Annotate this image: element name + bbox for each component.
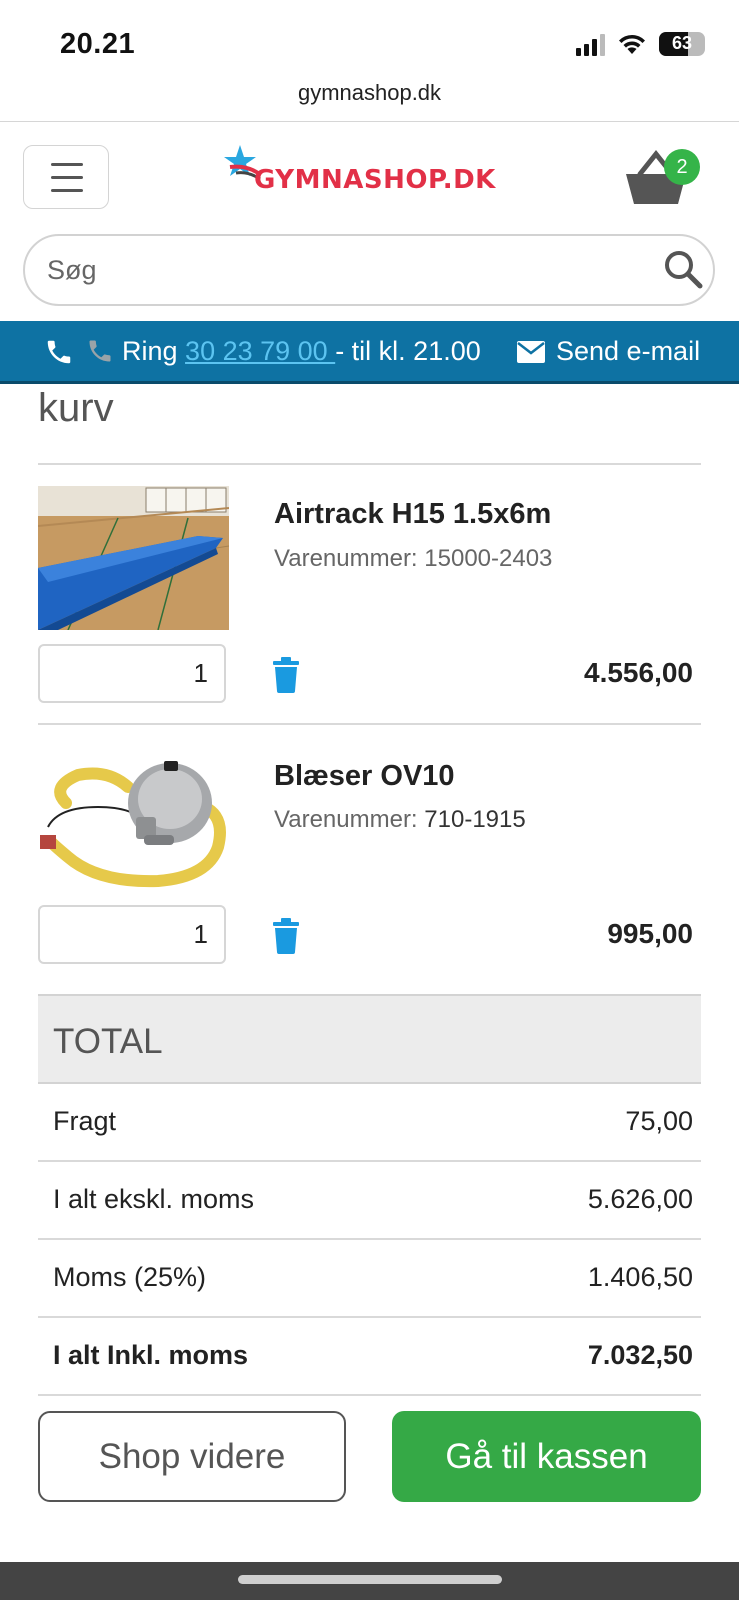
phone-icon[interactable] [44, 337, 74, 367]
trash-icon[interactable] [271, 657, 301, 693]
item-sku: Varenummer: 15000-2403 [274, 545, 552, 573]
bottom-toolbar [0, 1562, 739, 1600]
cellular-signal-icon [576, 32, 605, 56]
row-value: 7.032,50 [587, 1340, 693, 1370]
row-value: 5.626,00 [587, 1184, 693, 1214]
sku-value: 710-1915 [424, 806, 526, 833]
cart-count-badge: 2 [664, 149, 700, 185]
airtrack-mat-image[interactable] [38, 486, 229, 630]
phone-contact: Ring 30 23 79 00 - til kl. 21.00 [122, 336, 481, 367]
phone-icon-secondary [89, 340, 111, 362]
row-value: 1.406,50 [587, 1262, 693, 1292]
menu-button[interactable] [23, 145, 109, 209]
wifi-icon [619, 34, 645, 54]
contact-bar: Ring 30 23 79 00 - til kl. 21.00 Send e-… [0, 321, 739, 384]
row-value: 75,00 [625, 1106, 693, 1136]
divider [38, 463, 701, 465]
search-input[interactable] [47, 248, 647, 292]
continue-shopping-button[interactable]: Shop videre [38, 1411, 346, 1502]
total-title: TOTAL [53, 1022, 163, 1061]
site-logo[interactable]: GYMNASHOP.DK [218, 143, 496, 203]
search-bar [23, 234, 715, 306]
hamburger-icon-line [51, 176, 83, 179]
mail-icon[interactable] [516, 340, 546, 364]
checkout-button[interactable]: Gå til kassen [392, 1411, 701, 1502]
subtotal-excl-vat-row: I alt ekskl. moms 5.626,00 [38, 1162, 701, 1240]
page-title: kurv [38, 386, 114, 430]
battery-percent: 63 [671, 33, 693, 53]
cart-button[interactable]: 2 [624, 148, 704, 210]
logo-text: GYMNASHOP.DK [254, 165, 496, 195]
ring-label: Ring [122, 336, 178, 366]
status-icons: 63 [576, 32, 705, 56]
browser-url[interactable]: gymnashop.dk [0, 80, 739, 106]
item-price: 4.556,00 [584, 657, 693, 688]
sku-label: Varenummer: [274, 545, 418, 572]
opening-hours: - til kl. 21.00 [335, 336, 481, 366]
home-indicator[interactable] [238, 1575, 502, 1584]
hamburger-icon-line [51, 189, 83, 192]
row-label: Fragt [53, 1106, 117, 1136]
quantity-input[interactable]: 1 [38, 644, 226, 703]
item-name[interactable]: Blæser OV10 [274, 760, 455, 793]
hamburger-icon [51, 163, 83, 166]
divider [38, 723, 701, 725]
search-icon[interactable] [661, 248, 705, 292]
vat-row: Moms (25%) 1.406,50 [38, 1240, 701, 1318]
trash-icon[interactable] [271, 918, 301, 954]
sku-value: 15000-2403 [424, 545, 553, 572]
phone-number-link[interactable]: 30 23 79 00 [185, 336, 335, 366]
row-label: I alt Inkl. moms [53, 1340, 249, 1370]
shipping-row: Fragt 75,00 [38, 1084, 701, 1162]
total-header: TOTAL [38, 994, 701, 1084]
sku-label: Varenummer: [274, 806, 418, 833]
grand-total-row: I alt Inkl. moms 7.032,50 [38, 1318, 701, 1396]
item-price: 995,00 [607, 918, 693, 949]
status-bar: 20.21 63 [0, 0, 739, 80]
battery-icon: 63 [659, 32, 705, 56]
divider [0, 121, 739, 122]
item-name[interactable]: Airtrack H15 1.5x6m [274, 498, 551, 531]
row-label: I alt ekskl. moms [53, 1184, 255, 1214]
row-label: Moms (25%) [53, 1262, 207, 1292]
status-time: 20.21 [60, 28, 136, 60]
quantity-input[interactable]: 1 [38, 905, 226, 964]
item-sku: Varenummer: 710-1915 [274, 806, 526, 834]
air-blower-image[interactable] [38, 747, 229, 891]
send-email-link[interactable]: Send e-mail [556, 336, 700, 367]
